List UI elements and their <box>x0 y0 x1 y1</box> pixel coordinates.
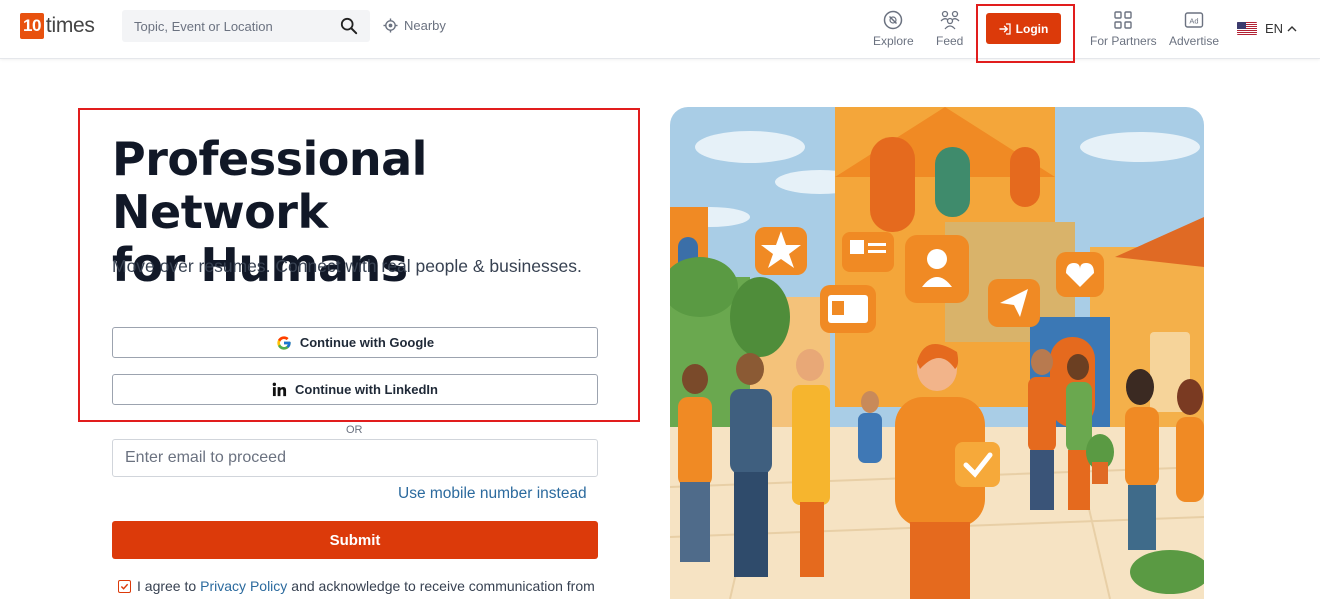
login-label: Login <box>1015 21 1049 36</box>
location-target-icon <box>383 18 398 33</box>
linkedin-login-label: Continue with LinkedIn <box>295 382 438 397</box>
consent-row: I agree to Privacy Policy and acknowledg… <box>118 578 595 594</box>
google-login-button[interactable]: Continue with Google <box>112 327 598 358</box>
use-mobile-link[interactable]: Use mobile number instead <box>398 485 587 503</box>
nav-advertise-label: Advertise <box>1169 34 1220 48</box>
language-selector[interactable]: EN <box>1237 21 1298 36</box>
chevron-up-icon <box>1287 25 1297 31</box>
site-logo[interactable]: 10 times <box>20 13 95 39</box>
login-arrow-icon <box>998 22 1011 35</box>
nav-partners-label: For Partners <box>1090 34 1157 48</box>
nav-explore[interactable]: Explore <box>873 10 914 48</box>
language-label: EN <box>1265 21 1284 36</box>
checkmark-icon <box>120 583 129 590</box>
login-button[interactable]: Login <box>986 13 1061 44</box>
or-divider-label: OR <box>346 424 363 436</box>
nearby-label: Nearby <box>404 18 446 33</box>
search-icon[interactable] <box>340 17 358 35</box>
hero-title-line1: Professional Network <box>112 132 427 239</box>
privacy-policy-link[interactable]: Privacy Policy <box>200 578 287 594</box>
hero-subtitle: Move over resumes. Connect with real peo… <box>112 256 582 276</box>
logo-number: 10 <box>20 13 44 39</box>
nav-for-partners[interactable]: For Partners <box>1090 10 1157 48</box>
consent-prefix: I agree to <box>137 578 197 594</box>
search-bar <box>122 10 370 42</box>
grid-apps-icon <box>1114 11 1133 29</box>
compass-icon <box>884 10 903 30</box>
submit-button[interactable]: Submit <box>112 521 598 559</box>
email-input[interactable] <box>112 439 598 477</box>
nav-advertise[interactable]: Ad Advertise <box>1169 10 1219 48</box>
search-input[interactable] <box>122 10 322 42</box>
google-icon <box>277 335 291 350</box>
nav-feed-label: Feed <box>936 34 964 48</box>
logo-text: times <box>45 14 95 37</box>
nearby-button[interactable]: Nearby <box>383 18 446 33</box>
linkedin-icon <box>272 382 287 397</box>
people-feed-icon <box>940 10 960 30</box>
google-login-label: Continue with Google <box>299 335 435 350</box>
town-square-illustration <box>670 107 1204 599</box>
svg-text:Ad: Ad <box>1189 17 1198 26</box>
ad-icon: Ad <box>1184 12 1204 28</box>
consent-checkbox[interactable] <box>118 579 131 593</box>
nav-explore-label: Explore <box>873 34 914 48</box>
hero-illustration <box>670 107 1204 599</box>
us-flag-icon <box>1237 22 1257 35</box>
nav-feed[interactable]: Feed <box>936 10 963 48</box>
top-header: 10 times Nearby Explore <box>0 0 1320 63</box>
consent-suffix: and acknowledge to receive communication… <box>291 578 595 594</box>
linkedin-login-button[interactable]: Continue with LinkedIn <box>112 374 598 405</box>
